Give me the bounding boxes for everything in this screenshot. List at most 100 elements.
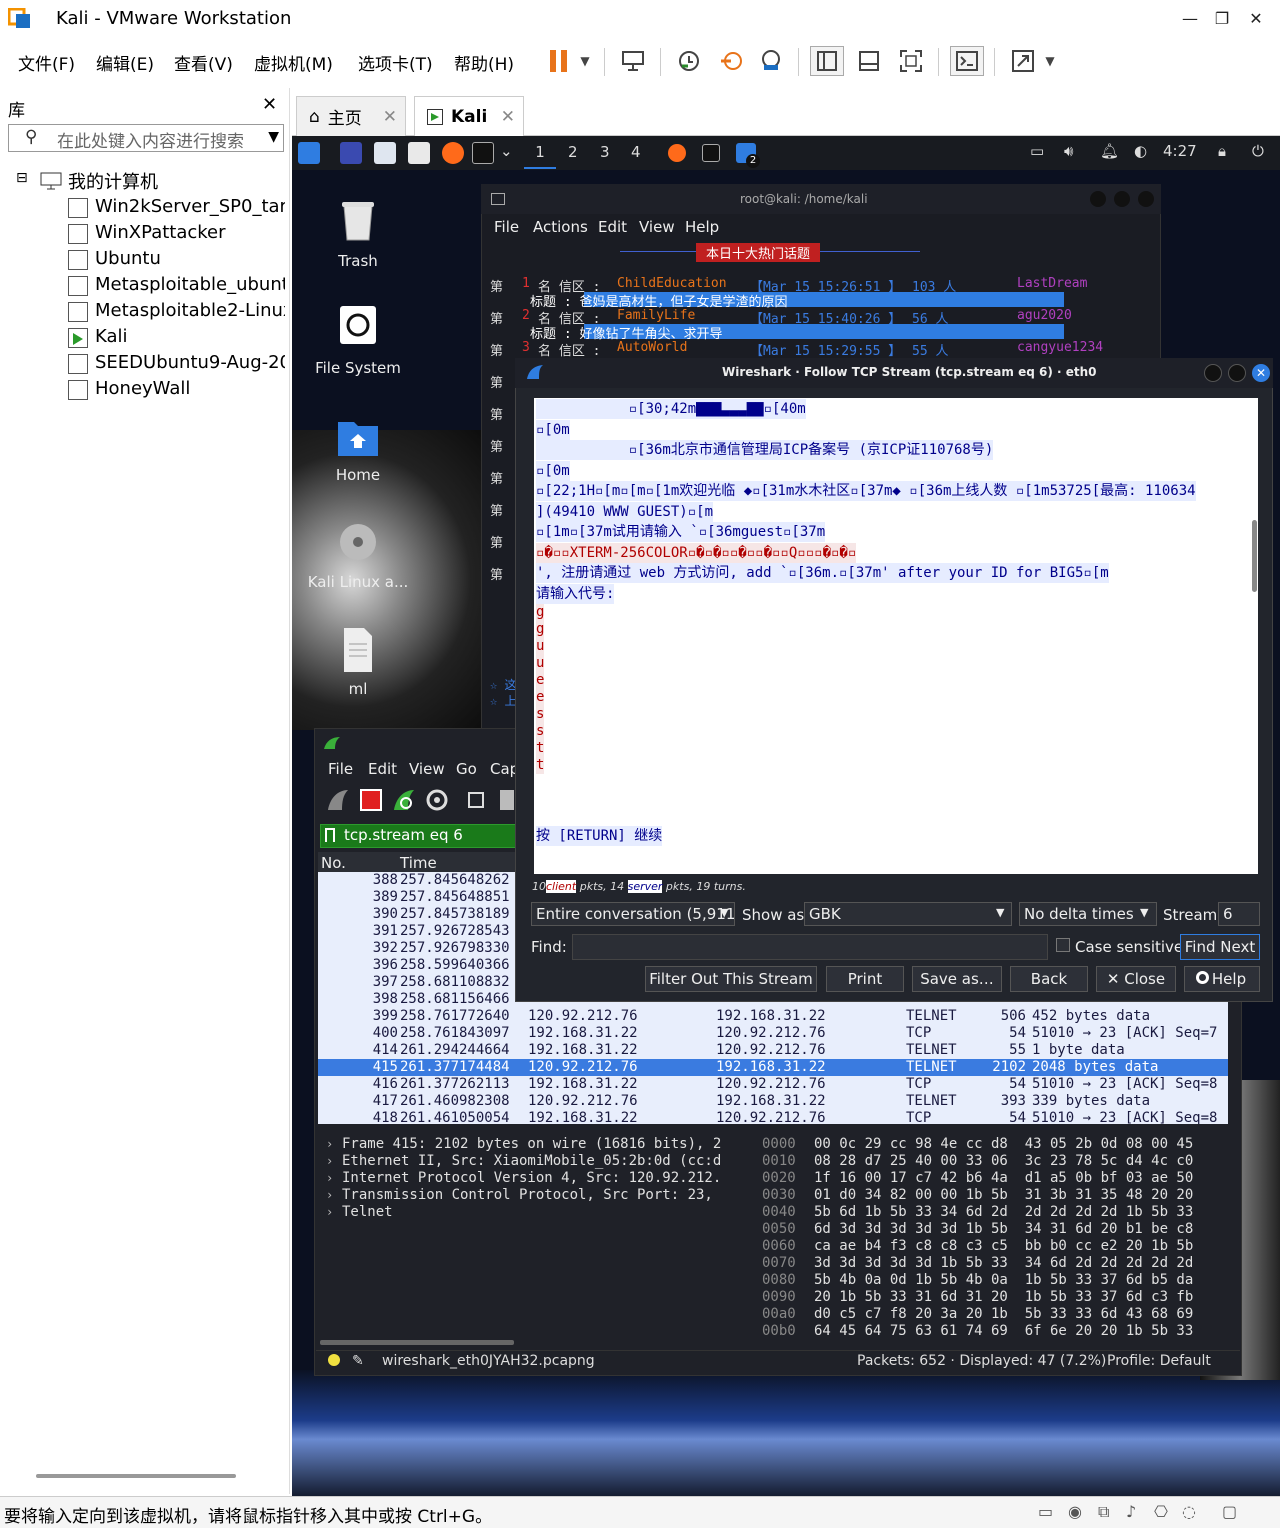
library-vm-item[interactable]: Win2kServer_SP0_targ — [95, 196, 285, 217]
home-folder-icon[interactable] — [336, 414, 380, 462]
file-manager-icon[interactable] — [374, 142, 396, 164]
library-vm-item[interactable]: Metasploitable2-Linux — [95, 300, 285, 321]
expand-arrow-icon[interactable]: › — [326, 1188, 333, 1202]
library-vm-item[interactable]: HoneyWall — [95, 378, 285, 399]
hex-bytes[interactable]: 6d 3d 3d 3d 3d 3d 1b 5b 34 31 6d 20 b1 b… — [814, 1221, 1193, 1237]
library-scrollbar[interactable] — [36, 1474, 236, 1478]
packet-row[interactable]: 400 258.761843097 192.168.31.22 120.92.212.… — [318, 1025, 1228, 1042]
hex-bytes[interactable]: 08 28 d7 25 40 00 33 06 3c 23 78 5c d4 4… — [814, 1153, 1193, 1169]
detail-line[interactable]: Transmission Control Protocol, Src Port:… — [342, 1187, 746, 1203]
pause-dropdown-icon[interactable]: ▼ — [574, 46, 596, 76]
stream-content[interactable] — [534, 398, 1258, 874]
find-next-button[interactable]: Find Next — [1180, 934, 1260, 960]
terminal-menu-edit[interactable]: Edit — [598, 218, 627, 236]
ws-menu-view[interactable]: View — [409, 760, 445, 778]
workspace-3[interactable]: 3 — [600, 143, 610, 161]
library-vm-item[interactable]: Kali — [95, 326, 285, 347]
print-button[interactable]: Print — [826, 966, 904, 992]
ws-menu-go[interactable]: Go — [456, 760, 477, 778]
snapshot-icon[interactable] — [672, 46, 706, 76]
drive-icon[interactable] — [336, 302, 380, 350]
packet-row[interactable]: 417 261.460982308 120.92.212.76 192.168.31.… — [318, 1093, 1228, 1110]
open-file-icon[interactable] — [468, 792, 484, 808]
terminal-menu-help[interactable]: Help — [685, 218, 719, 236]
menu-tabs[interactable]: 选项卡(T) — [358, 50, 433, 75]
hex-bytes[interactable]: 00 0c 29 cc 98 4e cc d8 43 05 2b 0d 08 0… — [814, 1136, 1193, 1152]
packet-row[interactable]: 418 261.461050054 192.168.31.22 120.92.212.… — [318, 1110, 1228, 1124]
hard-disk-icon[interactable]: ▭ — [1038, 1502, 1053, 1521]
hex-bytes[interactable]: ca ae b4 f3 c8 c8 c3 c5 bb b0 cc e2 20 1… — [814, 1238, 1193, 1254]
pause-icon[interactable] — [542, 46, 576, 76]
full-screen-icon[interactable] — [894, 46, 928, 76]
column-time[interactable]: Time — [400, 854, 437, 872]
chevron-down-icon[interactable]: ▼ — [996, 906, 1004, 919]
show-library-icon[interactable] — [810, 46, 844, 76]
terminal-minimize-button[interactable] — [1090, 191, 1106, 207]
thumbnail-bar-icon[interactable] — [852, 46, 886, 76]
conversation-select[interactable]: Entire conversation (5,911 b — [531, 902, 735, 926]
chevron-down-icon[interactable]: ▼ — [268, 129, 279, 145]
library-close-button[interactable]: ✕ — [262, 94, 277, 115]
restart-capture-icon[interactable] — [392, 788, 416, 812]
volume-icon[interactable]: 🔊︎ — [1064, 142, 1073, 160]
expand-arrow-icon[interactable]: › — [326, 1205, 333, 1219]
tree-collapse-icon[interactable]: ⊟ — [16, 170, 28, 186]
hex-bytes[interactable]: 5b 4b 0a 0d 1b 5b 4b 0a 1b 5b 33 37 6d b… — [814, 1272, 1193, 1288]
workspace-2[interactable]: 2 — [568, 143, 578, 161]
menu-vm[interactable]: 虚拟机(M) — [254, 50, 333, 75]
terminal-maximize-button[interactable] — [1114, 191, 1130, 207]
terminal-close-button[interactable] — [1138, 191, 1154, 207]
chevron-down-icon[interactable]: ⌄ — [500, 142, 513, 160]
hex-bytes[interactable]: 01 d0 34 82 00 00 1b 5b 31 3b 31 35 48 2… — [814, 1187, 1193, 1203]
hex-bytes[interactable]: d0 c5 c7 f8 20 3a 20 1b 5b 33 33 6d 43 6… — [814, 1306, 1193, 1322]
chevron-down-icon[interactable]: ▼ — [1140, 906, 1148, 919]
filter-out-stream-button[interactable]: Filter Out This Stream — [645, 966, 817, 992]
library-vm-item[interactable]: Metasploitable_ubunt — [95, 274, 285, 295]
lock-icon[interactable]: 🔒︎ — [1218, 142, 1226, 160]
console-view-icon[interactable] — [950, 46, 984, 76]
stretch-dropdown-icon[interactable]: ▼ — [1040, 46, 1060, 76]
save-file-icon[interactable] — [500, 790, 514, 810]
hex-bytes[interactable]: 1f 16 00 17 c7 42 b6 4a d1 a5 0b bf 03 a… — [814, 1170, 1193, 1186]
hex-bytes[interactable]: 3d 3d 3d 3d 3d 1b 5b 33 34 6d 2d 2d 2d 2… — [814, 1255, 1193, 1271]
terminal-task-icon[interactable] — [702, 144, 720, 162]
workspace-1[interactable]: 1 — [524, 143, 556, 169]
show-desktop-icon[interactable] — [340, 142, 362, 164]
desktop-trash-label[interactable]: Trash — [303, 252, 413, 270]
terminal-menu-file[interactable]: File — [494, 218, 519, 236]
wireless-icon[interactable]: ◌ — [1182, 1502, 1196, 1521]
packet-row[interactable]: 415 261.377174484 120.92.212.76 192.168.31.… — [318, 1059, 1228, 1076]
menu-file[interactable]: 文件(F) — [18, 50, 75, 75]
expand-arrow-icon[interactable]: › — [326, 1171, 333, 1185]
ws-menu-edit[interactable]: Edit — [368, 760, 397, 778]
disc-icon[interactable] — [336, 520, 380, 568]
details-scrollbar[interactable] — [320, 1340, 514, 1345]
packet-row[interactable]: 416 261.377262113 192.168.31.22 120.92.212.… — [318, 1076, 1228, 1093]
cd-rom-icon[interactable]: ◉ — [1068, 1502, 1082, 1521]
logout-icon[interactable]: ⏻ — [1252, 142, 1264, 160]
tab-close-icon[interactable]: ✕ — [383, 107, 397, 127]
back-button[interactable]: Back — [1010, 966, 1088, 992]
expand-arrow-icon[interactable]: › — [326, 1154, 333, 1168]
terminal-menu-view[interactable]: View — [639, 218, 675, 236]
tab-home[interactable]: ⌂ 主页 ✕ — [296, 96, 406, 136]
save-as-button[interactable]: Save as… — [912, 966, 1002, 992]
usb-icon[interactable]: ⎔ — [1154, 1502, 1168, 1521]
network-icon[interactable]: ⧉ — [1098, 1502, 1109, 1522]
terminal-menu-actions[interactable]: Actions — [533, 218, 588, 236]
hex-bytes[interactable]: 5b 6d 1b 5b 33 34 6d 2d 2d 2d 2d 2d 1b 5… — [814, 1204, 1193, 1220]
close-window-button[interactable]: ✕ — [1236, 6, 1276, 32]
display-icon[interactable]: ▭ — [1030, 142, 1044, 160]
library-vm-item[interactable]: Ubuntu — [95, 248, 285, 269]
desktop-kali-label[interactable]: Kali Linux a... — [303, 573, 413, 591]
dialog-maximize-button[interactable] — [1228, 364, 1246, 382]
text-file-icon[interactable] — [336, 626, 380, 674]
dialog-close-icon[interactable]: ✕ — [1252, 364, 1270, 382]
detail-line[interactable]: Telnet — [342, 1204, 746, 1220]
ws-menu-file[interactable]: File — [328, 760, 353, 778]
start-capture-icon[interactable] — [326, 788, 350, 812]
firefox-task-icon[interactable] — [668, 144, 686, 162]
notification-bell-icon[interactable]: 🔔︎ — [1100, 142, 1119, 160]
revert-snapshot-icon[interactable] — [714, 46, 748, 76]
sound-icon[interactable]: ♪ — [1126, 1502, 1136, 1521]
